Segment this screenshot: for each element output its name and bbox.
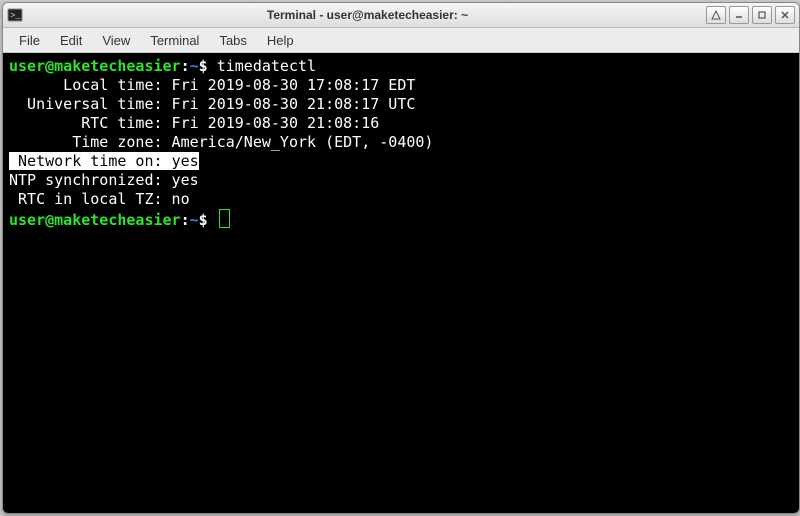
prompt-sep-2: : (181, 211, 190, 229)
terminal-viewport[interactable]: user@maketecheasier:~$ timedatectl Local… (3, 53, 799, 513)
output-local-time: Local time: Fri 2019-08-30 17:08:17 EDT (9, 76, 415, 94)
command-text: timedatectl (217, 57, 316, 75)
output-rtc-time: RTC time: Fri 2019-08-30 21:08:16 (9, 114, 379, 132)
window-controls (706, 6, 795, 24)
window-title: Terminal - user@maketecheasier: ~ (29, 8, 706, 22)
prompt-symbol: $ (199, 57, 208, 75)
menu-file[interactable]: File (9, 31, 50, 50)
network-time-value: yes (172, 152, 199, 170)
output-network-time-on: Network time on: yes (9, 152, 199, 170)
minimize-button[interactable] (729, 6, 749, 24)
prompt-path-2: ~ (190, 211, 199, 229)
output-rtc-local-tz: RTC in local TZ: no (9, 190, 190, 208)
stick-button[interactable] (706, 6, 726, 24)
prompt-path: ~ (190, 57, 199, 75)
prompt-userhost-2: user@maketecheasier (9, 211, 181, 229)
terminal-window: >_ Terminal - user@maketecheasier: ~ Fil… (2, 2, 800, 514)
network-time-label: Network time on: (9, 152, 172, 170)
titlebar: >_ Terminal - user@maketecheasier: ~ (3, 3, 799, 28)
menu-view[interactable]: View (92, 31, 140, 50)
close-button[interactable] (775, 6, 795, 24)
menu-help[interactable]: Help (257, 31, 304, 50)
terminal-icon: >_ (7, 7, 23, 23)
cursor (219, 209, 230, 228)
menu-edit[interactable]: Edit (50, 31, 92, 50)
menu-terminal[interactable]: Terminal (140, 31, 209, 50)
svg-text:>_: >_ (10, 11, 21, 21)
menubar: File Edit View Terminal Tabs Help (3, 28, 799, 53)
prompt-sep: : (181, 57, 190, 75)
maximize-button[interactable] (752, 6, 772, 24)
output-ntp-synchronized: NTP synchronized: yes (9, 171, 199, 189)
output-universal-time: Universal time: Fri 2019-08-30 21:08:17 … (9, 95, 415, 113)
prompt-userhost: user@maketecheasier (9, 57, 181, 75)
output-time-zone: Time zone: America/New_York (EDT, -0400) (9, 133, 433, 151)
prompt-symbol-2: $ (199, 211, 208, 229)
menu-tabs[interactable]: Tabs (209, 31, 256, 50)
